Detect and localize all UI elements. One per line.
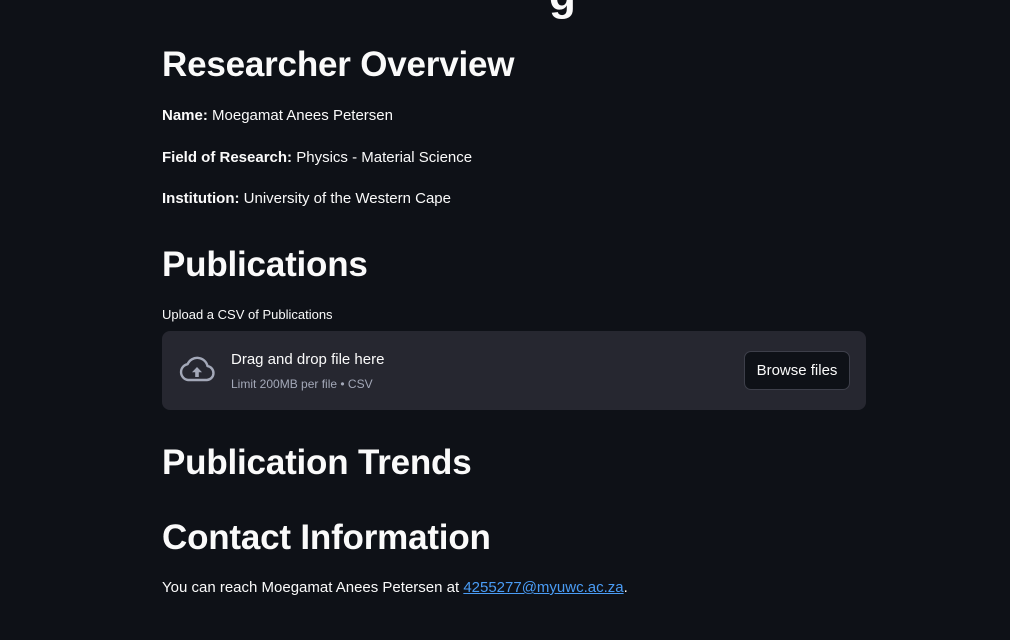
researcher-overview-heading: Researcher Overview (162, 45, 515, 84)
contact-information-heading: Contact Information (162, 518, 491, 557)
page-title: g (549, 0, 576, 18)
email-link[interactable]: 4255277@myuwc.ac.za (463, 579, 623, 596)
publication-trends-heading: Publication Trends (162, 443, 472, 482)
institution-label: Institution: (162, 190, 240, 207)
dropzone-limit: Limit 200MB per file • CSV (231, 377, 373, 391)
dropzone-title: Drag and drop file here (231, 351, 385, 368)
institution-line: Institution: University of the Western C… (162, 189, 451, 209)
name-value: Moegamat Anees Petersen (212, 107, 393, 124)
upload-label: Upload a CSV of Publications (162, 307, 333, 322)
cloud-upload-icon (179, 356, 215, 382)
field-line: Field of Research: Physics - Material Sc… (162, 148, 472, 168)
contact-line: You can reach Moegamat Anees Petersen at… (162, 578, 628, 598)
institution-value: University of the Western Cape (243, 190, 451, 207)
contact-prefix: You can reach Moegamat Anees Petersen at (162, 579, 464, 596)
file-dropzone[interactable]: Drag and drop file here Limit 200MB per … (162, 331, 866, 410)
browse-files-button[interactable]: Browse files (744, 351, 850, 390)
name-label: Name: (162, 107, 208, 124)
field-value: Physics - Material Science (296, 149, 473, 166)
publications-heading: Publications (162, 245, 368, 284)
name-line: Name: Moegamat Anees Petersen (162, 106, 393, 126)
contact-suffix: . (623, 579, 628, 596)
field-label: Field of Research: (162, 149, 293, 166)
